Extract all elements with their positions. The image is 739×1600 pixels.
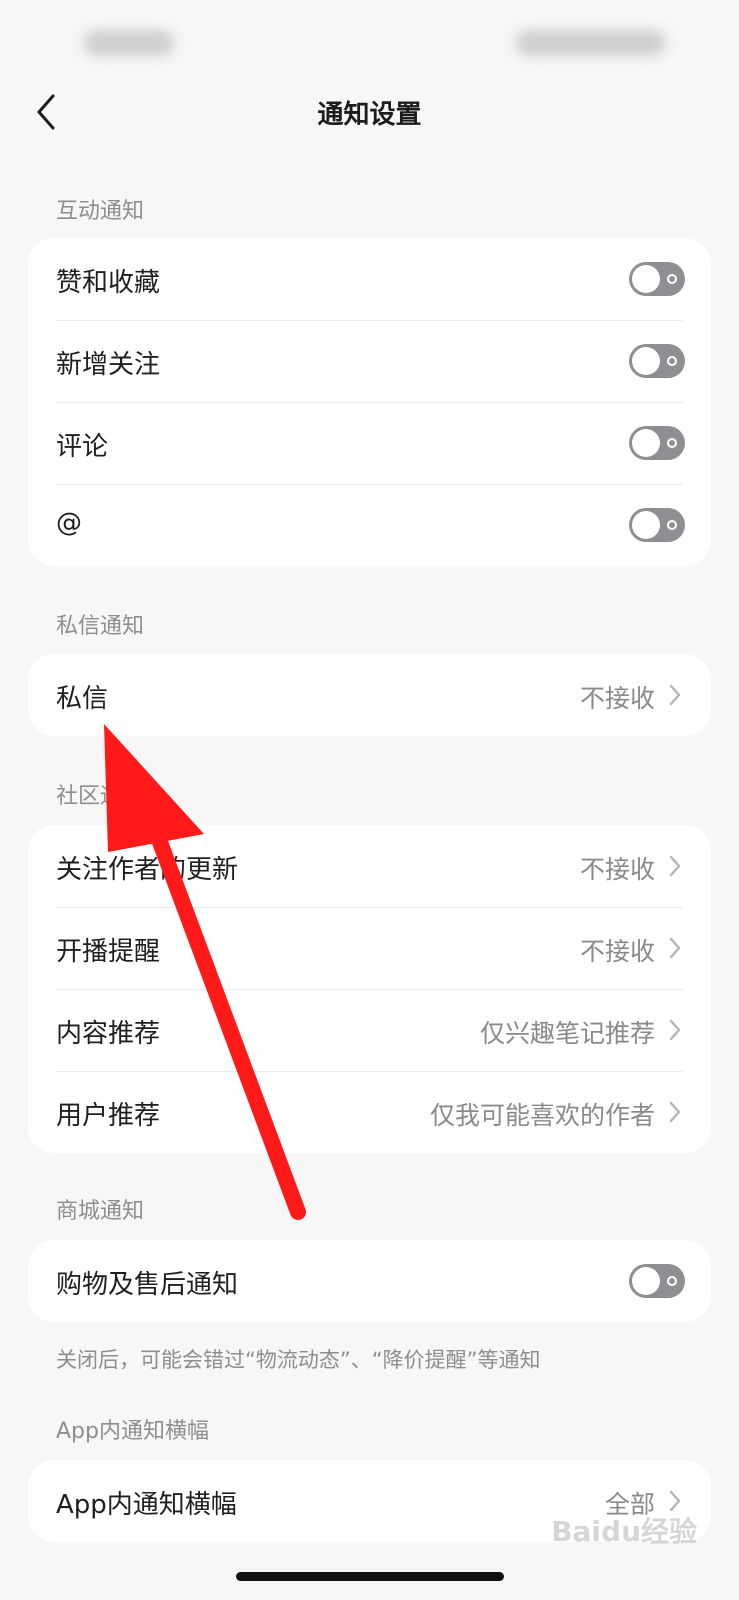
toggle-off-indicator [667, 520, 677, 530]
toggle-knob [632, 1267, 660, 1295]
card-interaction: 赞和收藏 新增关注 评论 @ [28, 238, 711, 566]
row-mentions[interactable]: @ [28, 484, 711, 566]
toggle-off-indicator [667, 356, 677, 366]
row-live-reminder[interactable]: 开播提醒 不接收 [28, 907, 711, 989]
row-label: 关注作者的更新 [56, 855, 239, 885]
row-label: 开播提醒 [56, 937, 161, 967]
status-icons-blurred [516, 30, 666, 56]
toggle-off-indicator [667, 274, 677, 284]
section-label-private-message: 私信通知 [56, 614, 145, 639]
row-label: 新增关注 [56, 350, 161, 380]
row-private-message[interactable]: 私信 不接收 [28, 654, 711, 736]
row-value: 不接收 [579, 937, 655, 966]
row-new-followers[interactable]: 新增关注 [28, 320, 711, 402]
card-mall: 购物及售后通知 [28, 1240, 711, 1322]
row-label: 私信 [56, 684, 109, 714]
chevron-right-icon [669, 684, 681, 706]
section-label-mall: 商城通知 [56, 1199, 145, 1224]
nav-bar: 通知设置 [0, 80, 739, 144]
home-indicator [236, 1572, 504, 1581]
mall-hint-text: 关闭后，可能会错过“物流动态”、“降价提醒”等通知 [56, 1348, 541, 1372]
card-community: 关注作者的更新 不接收 开播提醒 不接收 内容推荐 仅兴趣笔记推荐 用户推荐 仅… [28, 825, 711, 1153]
row-content-recommendation[interactable]: 内容推荐 仅兴趣笔记推荐 [28, 989, 711, 1071]
status-time-blurred [84, 30, 174, 56]
row-value: 不接收 [579, 684, 655, 713]
row-user-recommendation[interactable]: 用户推荐 仅我可能喜欢的作者 [28, 1071, 711, 1153]
row-value: 仅我可能喜欢的作者 [429, 1101, 655, 1130]
row-label: 赞和收藏 [56, 268, 161, 298]
section-label-banner: App内通知横幅 [56, 1419, 209, 1444]
row-value: 不接收 [579, 855, 655, 884]
row-label: @ [56, 508, 82, 538]
row-label: 购物及售后通知 [56, 1270, 239, 1300]
status-bar [0, 0, 739, 90]
row-label: App内通知横幅 [56, 1490, 237, 1520]
chevron-right-icon [669, 937, 681, 959]
page-title: 通知设置 [317, 100, 422, 130]
row-followed-author-updates[interactable]: 关注作者的更新 不接收 [28, 825, 711, 907]
toggle-off-indicator [667, 438, 677, 448]
row-likes-favorites[interactable]: 赞和收藏 [28, 238, 711, 320]
card-private-message: 私信 不接收 [28, 654, 711, 736]
toggle-off-indicator [667, 1276, 677, 1286]
toggle-mentions[interactable] [629, 508, 685, 542]
chevron-right-icon [669, 1101, 681, 1123]
row-shopping-aftersales[interactable]: 购物及售后通知 [28, 1240, 711, 1322]
watermark: Baidu经验 [551, 1515, 697, 1548]
toggle-knob [632, 429, 660, 457]
toggle-shopping-aftersales[interactable] [629, 1264, 685, 1298]
toggle-new-followers[interactable] [629, 344, 685, 378]
row-comments[interactable]: 评论 [28, 402, 711, 484]
toggle-comments[interactable] [629, 426, 685, 460]
row-label: 用户推荐 [56, 1101, 161, 1131]
row-label: 评论 [56, 432, 109, 462]
row-value: 仅兴趣笔记推荐 [479, 1019, 655, 1048]
toggle-knob [632, 347, 660, 375]
row-label: 内容推荐 [56, 1019, 161, 1049]
toggle-likes-favorites[interactable] [629, 262, 685, 296]
section-label-interaction: 互动通知 [56, 199, 145, 224]
chevron-right-icon [669, 855, 681, 877]
toggle-knob [632, 511, 660, 539]
toggle-knob [632, 265, 660, 293]
chevron-right-icon [669, 1019, 681, 1041]
section-label-community: 社区通知 [56, 784, 145, 809]
